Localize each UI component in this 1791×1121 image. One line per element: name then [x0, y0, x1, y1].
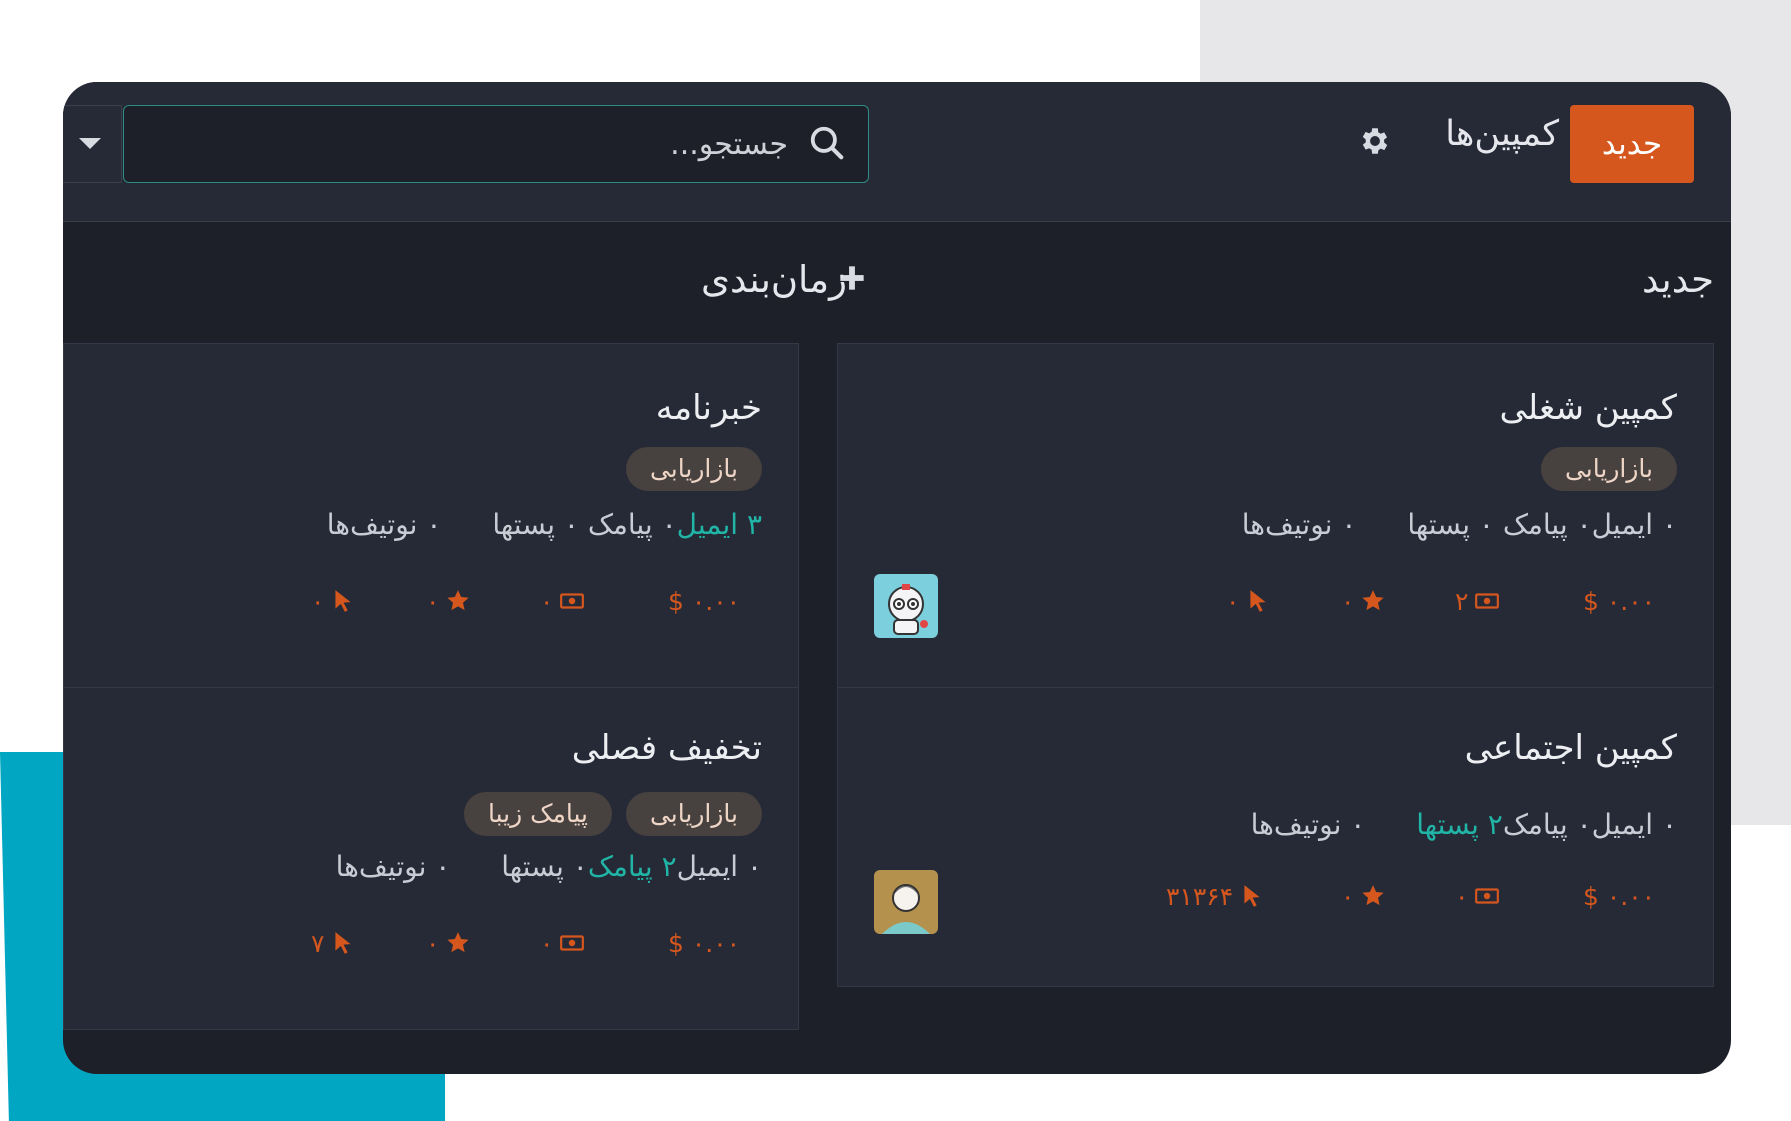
- campaign-card[interactable]: تخفیف فصلی بازاریابی پیامک زیبا ۰ ایمیل۲…: [63, 687, 799, 1030]
- star-icon: [1362, 590, 1385, 611]
- kpi-revenue-value: $ ۰.۰۰: [668, 928, 741, 958]
- card-stats: ۳ ایمیل۰ پیامک ۰ پستها ۰ نوتیف‌ها: [327, 508, 762, 541]
- stat-posts: ۲ پستها: [1416, 808, 1503, 841]
- kpi-cash: ۰: [540, 584, 585, 618]
- card-tags: بازاریابی پیامک زیبا: [362, 792, 762, 836]
- caret-down-icon: [79, 138, 101, 149]
- cursor-icon: [335, 932, 352, 954]
- stat-posts: ۰ پستها: [501, 850, 588, 883]
- kpi-cash-value: ۲: [1455, 586, 1469, 616]
- cash-icon: [560, 935, 585, 951]
- app-window: جدید کمپین‌ها جدید زمان‌بندی کمپین شغلی …: [63, 82, 1731, 1074]
- kpi-clicks-value: ۳۱۳۶۴: [1166, 881, 1234, 911]
- kpi-cash-value: ۰: [540, 586, 554, 616]
- tag: پیامک زیبا: [463, 792, 612, 836]
- card-title: خبرنامه: [655, 388, 762, 428]
- kpi-revenue-value: $ ۰.۰۰: [1583, 881, 1656, 911]
- kpi-clicks-value: ۰: [311, 586, 325, 616]
- page-title: کمپین‌ها: [1445, 114, 1559, 154]
- kpi-stars-value: ۰: [426, 586, 440, 616]
- campaign-card[interactable]: کمپین شغلی بازاریابی ۰ ایمیل۰ پیامک ۰ پس…: [837, 343, 1714, 688]
- search-input[interactable]: [124, 106, 868, 182]
- stat-email: ۳ ایمیل: [676, 508, 762, 541]
- kpi-cash: ۰: [540, 926, 585, 960]
- kpi-cash-value: ۰: [1455, 881, 1469, 911]
- cursor-icon: [335, 590, 352, 612]
- stat-email: ۰ ایمیل: [1591, 508, 1677, 541]
- gear-icon[interactable]: [1358, 124, 1392, 158]
- stat-sms: ۰ پیامک: [1502, 808, 1592, 841]
- tag: بازاریابی: [625, 792, 762, 836]
- kpi-revenue: $ ۰.۰۰: [668, 926, 740, 960]
- cash-icon: [1475, 593, 1500, 609]
- kpi-stars: ۰: [426, 584, 471, 618]
- kpi-revenue-value: $ ۰.۰۰: [1583, 586, 1656, 616]
- star-icon: [447, 932, 470, 953]
- column-title-scheduled: زمان‌بندی: [701, 258, 847, 301]
- stat-email: ۰ ایمیل: [676, 850, 762, 883]
- column-title-new: جدید: [1641, 258, 1714, 301]
- control-panel: جدید کمپین‌ها: [63, 82, 1731, 222]
- stat-sms: ۰ پیامک: [587, 508, 677, 541]
- cash-icon: [560, 593, 585, 609]
- kpi-revenue-value: $ ۰.۰۰: [668, 586, 741, 616]
- campaign-card[interactable]: خبرنامه بازاریابی ۳ ایمیل۰ پیامک ۰ پستها…: [63, 343, 799, 688]
- kpi-revenue: $ ۰.۰۰: [668, 584, 740, 618]
- stat-email: ۰ ایمیل: [1591, 808, 1677, 841]
- card-title: تخفیف فصلی: [571, 728, 762, 768]
- card-stats: ۰ ایمیل۲ پیامک۰ پستها ۰ نوتیف‌ها: [336, 850, 762, 883]
- card-title: کمپین شغلی: [1499, 388, 1677, 428]
- kpi-stars-value: ۰: [1341, 586, 1355, 616]
- tag: بازاریابی: [1540, 447, 1677, 491]
- search-icon: [810, 126, 844, 160]
- stat-notifications: ۰ نوتیف‌ها: [1241, 508, 1357, 541]
- card-stats: ۰ ایمیل۰ پیامک۲ پستها ۰ نوتیف‌ها: [1251, 808, 1677, 841]
- cursor-icon: [1244, 885, 1260, 907]
- kpi-revenue: $ ۰.۰۰: [1583, 879, 1655, 913]
- card-title: کمپین اجتماعی: [1464, 728, 1677, 768]
- stat-posts: ۰ پستها: [1407, 508, 1494, 541]
- stat-notifications: ۰ نوتیف‌ها: [1250, 808, 1366, 841]
- search-options-toggle[interactable]: [63, 105, 122, 183]
- card-stats: ۰ ایمیل۰ پیامک ۰ پستها ۰ نوتیف‌ها: [1242, 508, 1677, 541]
- stat-sms: ۰ پیامک: [1502, 508, 1592, 541]
- new-campaign-button[interactable]: جدید: [1570, 105, 1694, 183]
- stat-notifications: ۰ نوتیف‌ها: [326, 508, 442, 541]
- kpi-clicks: ۷: [311, 926, 356, 960]
- kpi-stars: ۰: [1341, 879, 1386, 913]
- kpi-clicks-value: ۰: [1226, 586, 1240, 616]
- cursor-icon: [1250, 590, 1267, 612]
- card-tags: بازاریابی: [462, 447, 762, 491]
- star-icon: [1362, 885, 1385, 906]
- kpi-clicks: ۰: [1226, 584, 1271, 618]
- kpi-cash: ۲: [1455, 584, 1500, 618]
- kpi-stars-value: ۰: [426, 928, 440, 958]
- stat-notifications: ۰ نوتیف‌ها: [335, 850, 451, 883]
- campaign-card[interactable]: کمپین اجتماعی ۰ ایمیل۰ پیامک۲ پستها ۰ نو…: [837, 687, 1714, 987]
- robot-avatar: [874, 574, 938, 638]
- stat-posts: ۰ پستها: [492, 508, 579, 541]
- kpi-clicks: ۳۱۳۶۴: [1166, 879, 1265, 913]
- kpi-revenue: $ ۰.۰۰: [1583, 584, 1655, 618]
- kpi-cash: ۰: [1455, 879, 1500, 913]
- kpi-stars-value: ۰: [1341, 881, 1355, 911]
- stat-sms: ۲ پیامک: [587, 850, 677, 883]
- cash-icon: [1475, 888, 1500, 904]
- kpi-cash-value: ۰: [540, 928, 554, 958]
- person-avatar: [874, 870, 938, 934]
- star-icon: [447, 590, 470, 611]
- search-box: [123, 105, 869, 183]
- tag: بازاریابی: [625, 447, 762, 491]
- kpi-clicks-value: ۷: [311, 928, 325, 958]
- kpi-clicks: ۰: [311, 584, 356, 618]
- kpi-stars: ۰: [426, 926, 471, 960]
- kpi-stars: ۰: [1341, 584, 1386, 618]
- card-tags: بازاریابی: [1377, 447, 1677, 491]
